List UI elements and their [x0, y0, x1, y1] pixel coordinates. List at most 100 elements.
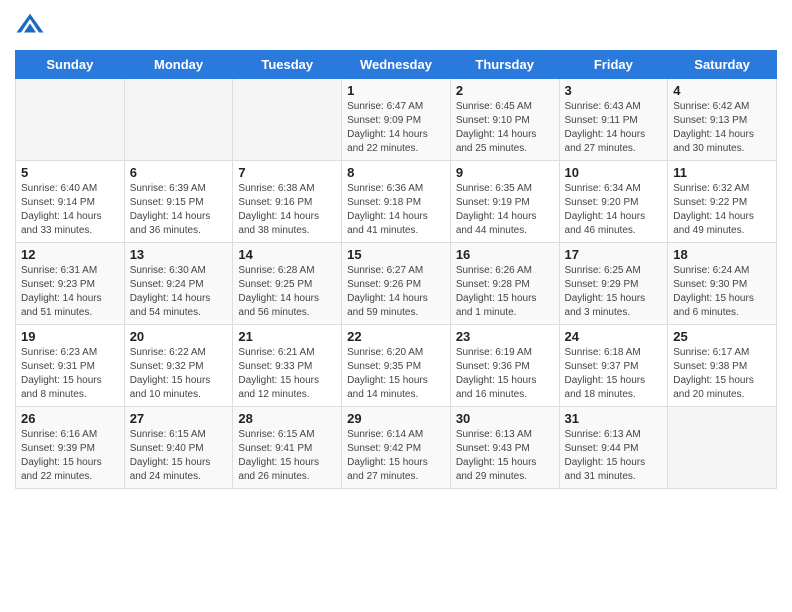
day-info: Sunrise: 6:22 AMSunset: 9:32 PMDaylight:… — [130, 346, 228, 402]
day-info: Sunrise: 6:34 AMSunset: 9:20 PMDaylight:… — [565, 182, 663, 238]
header — [15, 10, 777, 40]
day-info: Sunrise: 6:25 AMSunset: 9:29 PMDaylight:… — [565, 264, 663, 320]
day-number: 29 — [347, 411, 445, 426]
calendar-cell: 6Sunrise: 6:39 AMSunset: 9:15 PMDaylight… — [124, 161, 233, 243]
calendar-cell: 3 Sunrise: 6:43 AMSunset: 9:11 PMDaylight… — [559, 79, 668, 161]
calendar-cell: 13 Sunrise: 6:30 AMSunset: 9:24 PMDayligh… — [124, 243, 233, 325]
weekday-header-tuesday: Tuesday — [233, 51, 342, 79]
day-info: Sunrise: 6:16 AMSunset: 9:39 PMDaylight:… — [21, 428, 119, 484]
day-number: 1 — [347, 83, 445, 98]
day-info: Sunrise: 6:32 AMSunset: 9:22 PMDaylight:… — [673, 182, 771, 238]
calendar-table: SundayMondayTuesdayWednesdayThursdayFrid… — [15, 50, 777, 489]
day-number: 8 — [347, 165, 445, 180]
day-number: 13 — [130, 247, 228, 262]
day-number: 11 — [673, 165, 771, 180]
logo-icon — [15, 10, 45, 40]
day-number: 10 — [565, 165, 663, 180]
calendar-cell: 24 Sunrise: 6:18 AMSunset: 9:37 PMDayligh… — [559, 325, 668, 407]
day-info: Sunrise: 6:30 AMSunset: 9:24 PMDaylight:… — [130, 264, 228, 320]
calendar-cell: 17 Sunrise: 6:25 AMSunset: 9:29 PMDayligh… — [559, 243, 668, 325]
calendar-body: 1 Sunrise: 6:47 AMSunset: 9:09 PMDaylight… — [16, 79, 777, 489]
calendar-cell: 26 Sunrise: 6:16 AMSunset: 9:39 PMDayligh… — [16, 407, 125, 489]
calendar-cell: 23 Sunrise: 6:19 AMSunset: 9:36 PMDayligh… — [450, 325, 559, 407]
calendar-week-row: 5 Sunrise: 6:40 AMSunset: 9:14 PMDaylight… — [16, 161, 777, 243]
calendar-cell: 20 Sunrise: 6:22 AMSunset: 9:32 PMDayligh… — [124, 325, 233, 407]
calendar-cell: 29 Sunrise: 6:14 AMSunset: 9:42 PMDayligh… — [342, 407, 451, 489]
calendar-header: SundayMondayTuesdayWednesdayThursdayFrid… — [16, 51, 777, 79]
calendar-cell: 10 Sunrise: 6:34 AMSunset: 9:20 PMDayligh… — [559, 161, 668, 243]
day-info: Sunrise: 6:27 AMSunset: 9:26 PMDaylight:… — [347, 264, 445, 320]
calendar-week-row: 1 Sunrise: 6:47 AMSunset: 9:09 PMDaylight… — [16, 79, 777, 161]
day-info: Sunrise: 6:15 AMSunset: 9:40 PMDaylight:… — [130, 428, 228, 484]
day-info: Sunrise: 6:23 AMSunset: 9:31 PMDaylight:… — [21, 346, 119, 402]
calendar-cell: 16 Sunrise: 6:26 AMSunset: 9:28 PMDayligh… — [450, 243, 559, 325]
day-info: Sunrise: 6:18 AMSunset: 9:37 PMDaylight:… — [565, 346, 663, 402]
calendar-cell — [16, 79, 125, 161]
day-number: 4 — [673, 83, 771, 98]
day-info: Sunrise: 6:14 AMSunset: 9:42 PMDaylight:… — [347, 428, 445, 484]
calendar-cell: 7Sunrise: 6:38 AMSunset: 9:16 PMDaylight… — [233, 161, 342, 243]
calendar-cell: 1 Sunrise: 6:47 AMSunset: 9:09 PMDaylight… — [342, 79, 451, 161]
day-info: Sunrise: 6:38 AMSunset: 9:16 PMDaylight:… — [238, 182, 336, 238]
day-number: 20 — [130, 329, 228, 344]
day-info: Sunrise: 6:17 AMSunset: 9:38 PMDaylight:… — [673, 346, 771, 402]
calendar-cell: 12Sunrise: 6:31 AMSunset: 9:23 PMDayligh… — [16, 243, 125, 325]
day-number: 27 — [130, 411, 228, 426]
day-info: Sunrise: 6:13 AMSunset: 9:44 PMDaylight:… — [565, 428, 663, 484]
day-info: Sunrise: 6:19 AMSunset: 9:36 PMDaylight:… — [456, 346, 554, 402]
day-number: 22 — [347, 329, 445, 344]
weekday-header-friday: Friday — [559, 51, 668, 79]
page-container: SundayMondayTuesdayWednesdayThursdayFrid… — [0, 0, 792, 504]
day-info: Sunrise: 6:20 AMSunset: 9:35 PMDaylight:… — [347, 346, 445, 402]
day-info: Sunrise: 6:28 AMSunset: 9:25 PMDaylight:… — [238, 264, 336, 320]
day-number: 21 — [238, 329, 336, 344]
day-number: 28 — [238, 411, 336, 426]
calendar-cell — [233, 79, 342, 161]
calendar-week-row: 19 Sunrise: 6:23 AMSunset: 9:31 PMDayligh… — [16, 325, 777, 407]
calendar-cell: 11 Sunrise: 6:32 AMSunset: 9:22 PMDayligh… — [668, 161, 777, 243]
day-number: 3 — [565, 83, 663, 98]
day-number: 17 — [565, 247, 663, 262]
day-info: Sunrise: 6:42 AMSunset: 9:13 PMDaylight:… — [673, 100, 771, 156]
day-number: 19 — [21, 329, 119, 344]
calendar-week-row: 26 Sunrise: 6:16 AMSunset: 9:39 PMDayligh… — [16, 407, 777, 489]
day-info: Sunrise: 6:43 AMSunset: 9:11 PMDaylight:… — [565, 100, 663, 156]
day-number: 12 — [21, 247, 119, 262]
calendar-cell: 28 Sunrise: 6:15 AMSunset: 9:41 PMDayligh… — [233, 407, 342, 489]
day-number: 16 — [456, 247, 554, 262]
day-number: 2 — [456, 83, 554, 98]
calendar-cell: 22 Sunrise: 6:20 AMSunset: 9:35 PMDayligh… — [342, 325, 451, 407]
day-info: Sunrise: 6:40 AMSunset: 9:14 PMDaylight:… — [21, 182, 119, 238]
day-number: 18 — [673, 247, 771, 262]
calendar-cell: 2Sunrise: 6:45 AMSunset: 9:10 PMDaylight… — [450, 79, 559, 161]
day-number: 9 — [456, 165, 554, 180]
day-info: Sunrise: 6:21 AMSunset: 9:33 PMDaylight:… — [238, 346, 336, 402]
calendar-cell: 27 Sunrise: 6:15 AMSunset: 9:40 PMDayligh… — [124, 407, 233, 489]
day-number: 23 — [456, 329, 554, 344]
day-info: Sunrise: 6:13 AMSunset: 9:43 PMDaylight:… — [456, 428, 554, 484]
calendar-cell: 5 Sunrise: 6:40 AMSunset: 9:14 PMDaylight… — [16, 161, 125, 243]
day-info: Sunrise: 6:35 AMSunset: 9:19 PMDaylight:… — [456, 182, 554, 238]
day-info: Sunrise: 6:47 AMSunset: 9:09 PMDaylight:… — [347, 100, 445, 156]
calendar-cell: 21 Sunrise: 6:21 AMSunset: 9:33 PMDayligh… — [233, 325, 342, 407]
day-info: Sunrise: 6:15 AMSunset: 9:41 PMDaylight:… — [238, 428, 336, 484]
calendar-cell: 15Sunrise: 6:27 AMSunset: 9:26 PMDayligh… — [342, 243, 451, 325]
day-number: 30 — [456, 411, 554, 426]
day-info: Sunrise: 6:26 AMSunset: 9:28 PMDaylight:… — [456, 264, 554, 320]
day-number: 26 — [21, 411, 119, 426]
day-number: 25 — [673, 329, 771, 344]
calendar-cell: 4 Sunrise: 6:42 AMSunset: 9:13 PMDaylight… — [668, 79, 777, 161]
day-number: 5 — [21, 165, 119, 180]
weekday-header-thursday: Thursday — [450, 51, 559, 79]
calendar-cell: 31Sunrise: 6:13 AMSunset: 9:44 PMDayligh… — [559, 407, 668, 489]
calendar-cell: 18 Sunrise: 6:24 AMSunset: 9:30 PMDayligh… — [668, 243, 777, 325]
calendar-cell: 14 Sunrise: 6:28 AMSunset: 9:25 PMDayligh… — [233, 243, 342, 325]
day-info: Sunrise: 6:24 AMSunset: 9:30 PMDaylight:… — [673, 264, 771, 320]
weekday-header-sunday: Sunday — [16, 51, 125, 79]
calendar-cell: 30 Sunrise: 6:13 AMSunset: 9:43 PMDayligh… — [450, 407, 559, 489]
day-number: 24 — [565, 329, 663, 344]
day-number: 14 — [238, 247, 336, 262]
day-info: Sunrise: 6:36 AMSunset: 9:18 PMDaylight:… — [347, 182, 445, 238]
weekday-header-saturday: Saturday — [668, 51, 777, 79]
weekday-header-wednesday: Wednesday — [342, 51, 451, 79]
